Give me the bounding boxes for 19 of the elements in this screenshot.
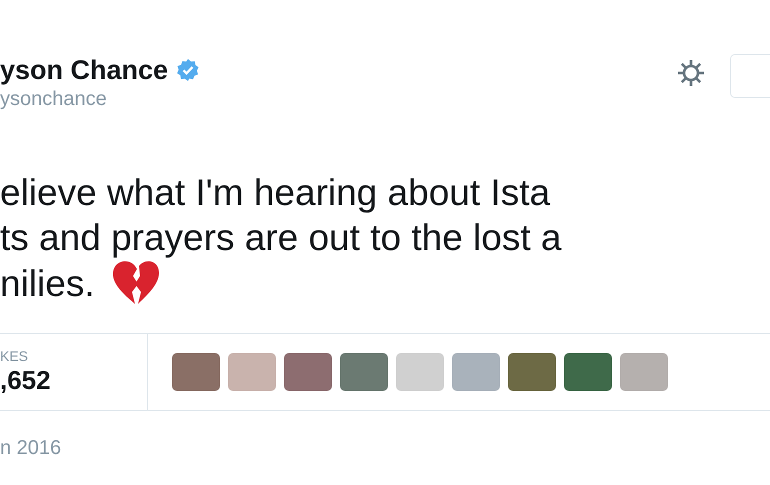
avatar-placeholder[interactable] — [340, 353, 388, 391]
avatar-placeholder[interactable] — [396, 353, 444, 391]
follow-button[interactable] — [730, 54, 770, 98]
tweet-text: nilies. — [0, 262, 95, 306]
avatar-placeholder[interactable] — [564, 353, 612, 391]
avatar-placeholder[interactable] — [620, 353, 668, 391]
tweet-text: elieve what I'm hearing about Ista — [0, 171, 550, 215]
account-name[interactable]: yson Chance — [0, 54, 168, 86]
avatar-placeholder[interactable] — [508, 353, 556, 391]
tweet-date: n 2016 — [0, 436, 62, 461]
broken-heart-icon — [110, 260, 161, 306]
avatar-placeholder[interactable] — [452, 353, 500, 391]
avatar-placeholder[interactable] — [228, 353, 276, 391]
tweet-text: ts and prayers are out to the lost a — [0, 216, 562, 260]
likes-count: ,652 — [0, 364, 52, 396]
avatar-placeholder[interactable] — [172, 353, 220, 391]
settings-icon[interactable] — [676, 58, 706, 88]
likes-label: KES — [0, 348, 30, 364]
avatar-placeholder[interactable] — [284, 353, 332, 391]
